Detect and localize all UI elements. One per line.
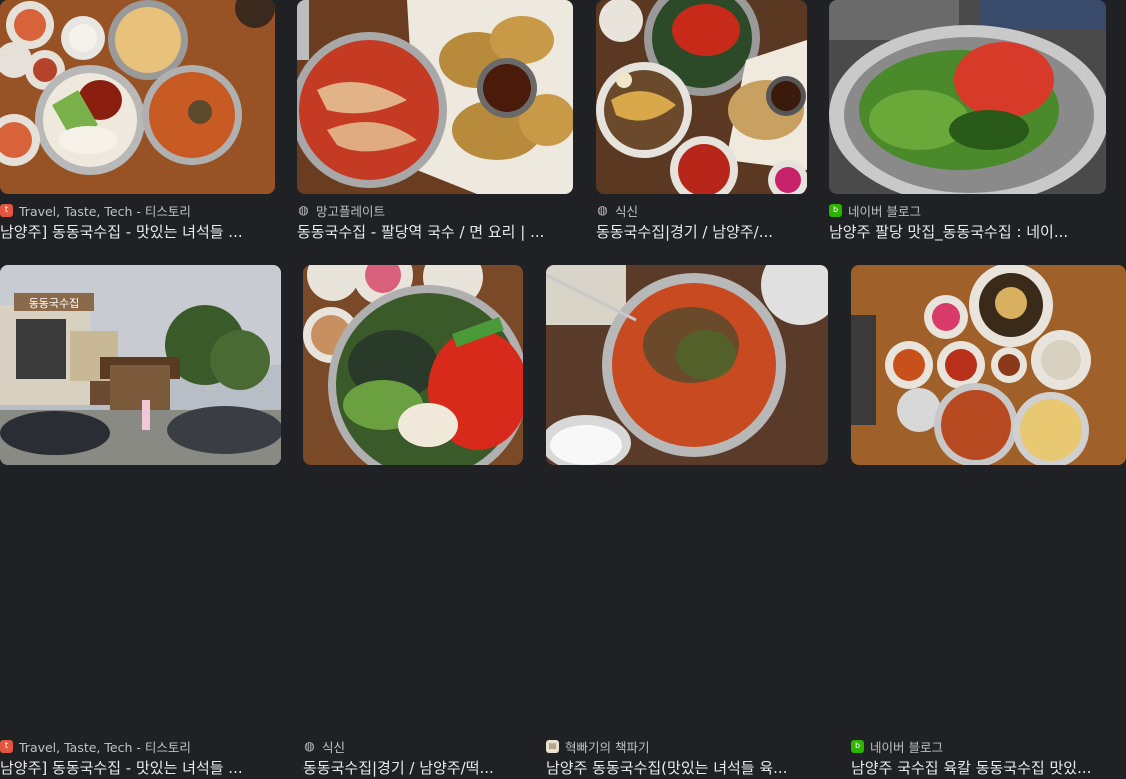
blog-book-icon: ▤ [546, 739, 559, 753]
result-thumbnail[interactable]: 동동국수집 [0, 265, 281, 465]
globe-icon: ◍ [304, 739, 315, 753]
result-title[interactable]: 남양주 팔당 맛집_동동국수집 : 네이... [829, 221, 1106, 243]
food-photo [303, 265, 523, 465]
result-thumbnail[interactable] [851, 265, 1126, 465]
source-name: 혁빠기의 책파기 [565, 739, 650, 755]
result-thumbnail[interactable] [303, 265, 523, 465]
source-name: 망고플레이트 [316, 203, 386, 219]
source-name: Travel, Taste, Tech - 티스토리 [19, 739, 191, 755]
globe-icon: ◍ [597, 203, 608, 217]
source-name: Travel, Taste, Tech - 티스토리 [19, 203, 191, 219]
result-title[interactable]: 남양주 국수집 육칼 동동국수집 맛있... [851, 757, 1126, 779]
source-name: 식신 [322, 739, 346, 755]
result-source: ◍ 식신 [303, 737, 523, 755]
result-source: ▤ 혁빠기의 책파기 [546, 737, 828, 755]
result-title[interactable]: 동동국수집|경기 / 남양주/... [596, 221, 807, 243]
result-thumbnail[interactable] [596, 0, 807, 194]
globe-icon: ◍ [298, 203, 309, 217]
storefront-photo: 동동국수집 [0, 265, 281, 465]
result-source: ◍ 식신 [596, 201, 807, 219]
result-source: b 네이버 블로그 [851, 737, 1126, 755]
source-name: 네이버 블로그 [848, 203, 921, 219]
result-title[interactable]: 남양주] 동동국수집 - 맛있는 녀석들 ... [0, 221, 275, 243]
result-title[interactable]: 남양주] 동동국수집 - 맛있는 녀석들 ... [0, 757, 281, 779]
food-photo [297, 0, 573, 194]
result-source: t Travel, Taste, Tech - 티스토리 [0, 737, 281, 755]
result-title[interactable]: 남양주 동동국수집(맛있는 녀석들 육... [546, 757, 828, 779]
result-thumbnail[interactable] [546, 265, 828, 465]
food-photo [546, 265, 828, 465]
food-photo [0, 0, 275, 194]
result-thumbnail[interactable] [829, 0, 1106, 194]
tistory-icon: t [0, 203, 13, 217]
food-photo [829, 0, 1106, 194]
restaurant-sign: 동동국수집 [29, 297, 80, 310]
result-source: b 네이버 블로그 [829, 201, 1106, 219]
result-source: t Travel, Taste, Tech - 티스토리 [0, 201, 275, 219]
result-title[interactable]: 동동국수집|경기 / 남양주/떡... [303, 757, 523, 779]
result-thumbnail[interactable] [297, 0, 573, 194]
naver-blog-icon: b [851, 739, 864, 753]
tistory-icon: t [0, 739, 13, 753]
result-source: ◍ 망고플레이트 [297, 201, 573, 219]
naver-blog-icon: b [829, 203, 842, 217]
result-thumbnail[interactable] [0, 0, 275, 194]
result-title[interactable]: 동동국수집 - 팔당역 국수 / 면 요리 | ... [297, 221, 573, 243]
food-photo [596, 0, 807, 194]
source-name: 식신 [615, 203, 639, 219]
source-name: 네이버 블로그 [870, 739, 943, 755]
food-photo [851, 265, 1126, 465]
